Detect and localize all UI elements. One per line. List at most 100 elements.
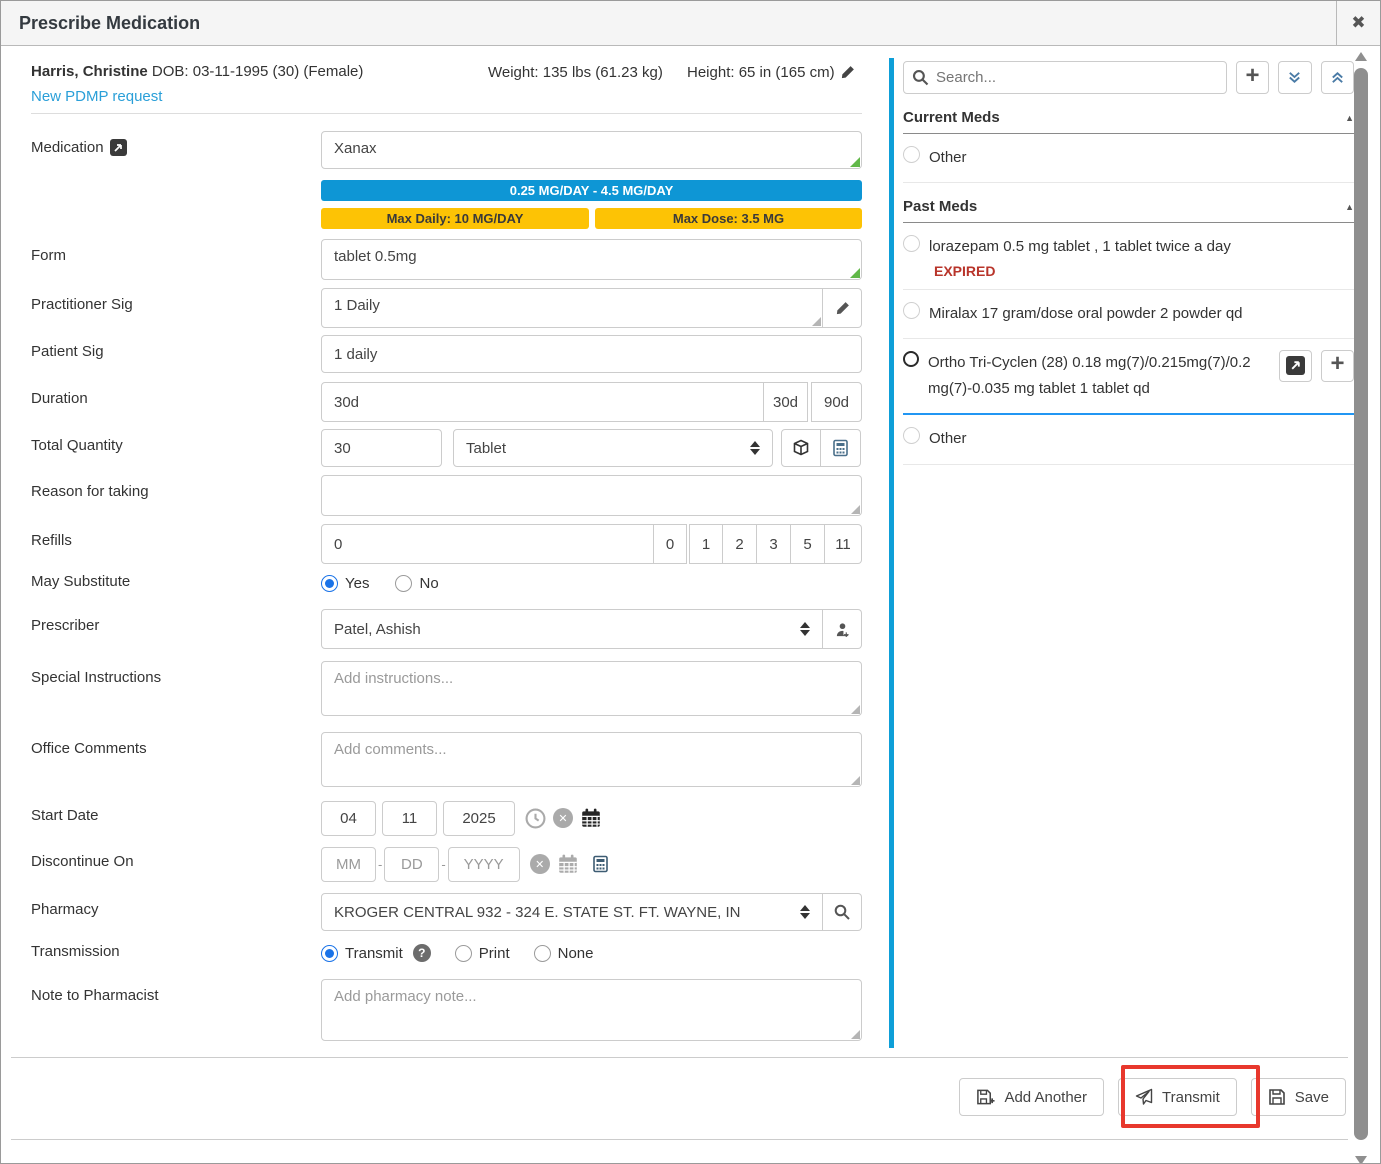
scroll-down-arrow[interactable] (1355, 1156, 1367, 1164)
reason-input[interactable] (321, 475, 862, 516)
collapse-all-button[interactable] (1321, 61, 1354, 94)
add-another-button[interactable]: Add Another (959, 1078, 1104, 1116)
footer-divider-bottom (11, 1139, 1348, 1140)
refills-quick-1[interactable]: 1 (689, 524, 723, 564)
vertical-scrollbar[interactable] (1353, 48, 1370, 1164)
double-chevron-up-icon (1330, 70, 1345, 85)
edit-pencil-icon[interactable] (840, 65, 855, 80)
transmit-button[interactable]: Transmit (1118, 1078, 1237, 1116)
past-meds-header[interactable]: Past Meds ▲ (903, 198, 1354, 223)
medication-input[interactable]: Xanax (321, 131, 862, 169)
modal-title: Prescribe Medication (19, 13, 200, 34)
prescriber-select[interactable]: Patel, Ashish (321, 609, 823, 649)
discontinue-month-input[interactable] (321, 847, 376, 882)
radio-icon (903, 302, 920, 319)
practitioner-sig-input[interactable]: 1 Daily (321, 288, 823, 328)
prescriber-person-button[interactable] (823, 609, 862, 649)
reason-label: Reason for taking (31, 483, 149, 500)
pharmacy-search-button[interactable] (823, 893, 862, 931)
patient-sig-label: Patient Sig (31, 343, 104, 360)
close-button[interactable]: ✖ (1336, 1, 1380, 46)
paper-plane-icon (1135, 1088, 1153, 1106)
refills-quick-2[interactable]: 2 (723, 524, 757, 564)
clear-date-icon[interactable]: ✕ (553, 808, 573, 828)
resize-grip[interactable] (850, 268, 860, 278)
refills-quick-0[interactable]: 0 (654, 524, 687, 564)
past-med-ortho[interactable]: Ortho Tri-Cyclen (28) 0.18 mg(7)/0.215mg… (903, 339, 1354, 416)
duration-30d-button[interactable]: 30d (764, 382, 808, 422)
refills-quick-11[interactable]: 11 (825, 524, 862, 564)
past-med-miralax[interactable]: Miralax 17 gram/dose oral powder 2 powde… (903, 290, 1354, 339)
substitute-yes-radio[interactable]: Yes (321, 575, 369, 592)
package-button[interactable] (781, 429, 821, 467)
calendar-icon[interactable] (580, 807, 602, 829)
patient-sig-input[interactable] (321, 335, 862, 373)
modal-header: Prescribe Medication (1, 1, 1338, 46)
duration-input[interactable] (321, 382, 764, 422)
add-med-from-list-button[interactable]: + (1321, 350, 1354, 382)
refills-label: Refills (31, 532, 72, 549)
patient-dob: DOB: 03-11-1995 (30) (Female) (152, 63, 363, 80)
clock-icon[interactable] (525, 808, 546, 829)
calendar-gray-icon[interactable] (557, 853, 579, 875)
office-comments-input[interactable] (321, 732, 862, 787)
radio-selected-icon (321, 945, 338, 962)
duration-90d-button[interactable]: 90d (811, 382, 862, 422)
max-dose-bar: Max Dose: 3.5 MG (595, 208, 862, 229)
resize-grip[interactable] (812, 317, 821, 326)
pharmacy-select[interactable]: KROGER CENTRAL 932 - 324 E. STATE ST. FT… (321, 893, 823, 931)
edit-sig-button[interactable] (823, 288, 862, 328)
start-year-input[interactable] (443, 801, 515, 836)
open-med-button[interactable] (1279, 350, 1312, 382)
transmission-none-radio[interactable]: None (534, 945, 594, 962)
patient-height-wrap: Height: 65 in (165 cm) (687, 64, 855, 81)
radio-selected-icon (321, 575, 338, 592)
scroll-up-arrow[interactable] (1355, 52, 1367, 61)
dose-calculator-button[interactable] (821, 429, 861, 467)
special-instructions-label: Special Instructions (31, 669, 161, 686)
past-med-lorazepam[interactable]: lorazepam 0.5 mg tablet , 1 tablet twice… (903, 223, 1354, 289)
special-instructions-input[interactable] (321, 661, 862, 716)
refills-input[interactable] (321, 524, 654, 564)
save-plus-icon (976, 1088, 995, 1106)
transmission-print-radio[interactable]: Print (455, 945, 510, 962)
substitute-no-radio[interactable]: No (395, 575, 438, 592)
resize-grip[interactable] (851, 705, 860, 714)
total-quantity-input[interactable] (321, 429, 442, 467)
past-other-item[interactable]: Other (903, 415, 1354, 464)
start-day-input[interactable] (382, 801, 437, 836)
save-button[interactable]: Save (1251, 1078, 1346, 1116)
select-updown-icon (800, 905, 810, 919)
resize-grip[interactable] (851, 505, 860, 514)
refills-quick-3[interactable]: 3 (757, 524, 791, 564)
expand-all-button[interactable] (1278, 61, 1311, 94)
resize-grip[interactable] (850, 157, 860, 167)
practitioner-sig-label: Practitioner Sig (31, 296, 133, 313)
resize-grip[interactable] (851, 776, 860, 785)
start-month-input[interactable] (321, 801, 376, 836)
current-meds-header[interactable]: Current Meds ▲ (903, 109, 1354, 134)
scrollbar-thumb[interactable] (1354, 68, 1368, 1140)
meds-search-input[interactable] (903, 61, 1227, 94)
max-daily-bar: Max Daily: 10 MG/DAY (321, 208, 589, 229)
refills-quick-5[interactable]: 5 (791, 524, 825, 564)
add-med-button[interactable]: + (1236, 61, 1269, 94)
patient-name: Harris, Christine (31, 63, 148, 80)
search-icon (834, 904, 850, 920)
med-item-text: Ortho Tri-Cyclen (28) 0.18 mg(7)/0.215mg… (928, 350, 1261, 403)
current-other-item[interactable]: Other (903, 134, 1354, 183)
quantity-unit-value: Tablet (466, 440, 506, 457)
quantity-unit-select[interactable]: Tablet (453, 429, 773, 467)
form-input[interactable]: tablet 0.5mg (321, 239, 862, 280)
duration-calculator-icon[interactable] (592, 855, 609, 873)
new-pdmp-request-link[interactable]: New PDMP request (31, 88, 162, 105)
transmission-transmit-radio[interactable]: Transmit (321, 945, 403, 962)
resize-grip[interactable] (851, 1030, 860, 1039)
patient-weight: Weight: 135 lbs (61.23 kg) (488, 64, 663, 81)
help-icon[interactable]: ? (413, 944, 431, 962)
medication-external-link-icon[interactable] (110, 139, 127, 156)
note-pharmacist-input[interactable] (321, 979, 862, 1041)
clear-date-icon[interactable]: ✕ (530, 854, 550, 874)
discontinue-year-input[interactable] (448, 847, 520, 882)
discontinue-day-input[interactable] (384, 847, 439, 882)
